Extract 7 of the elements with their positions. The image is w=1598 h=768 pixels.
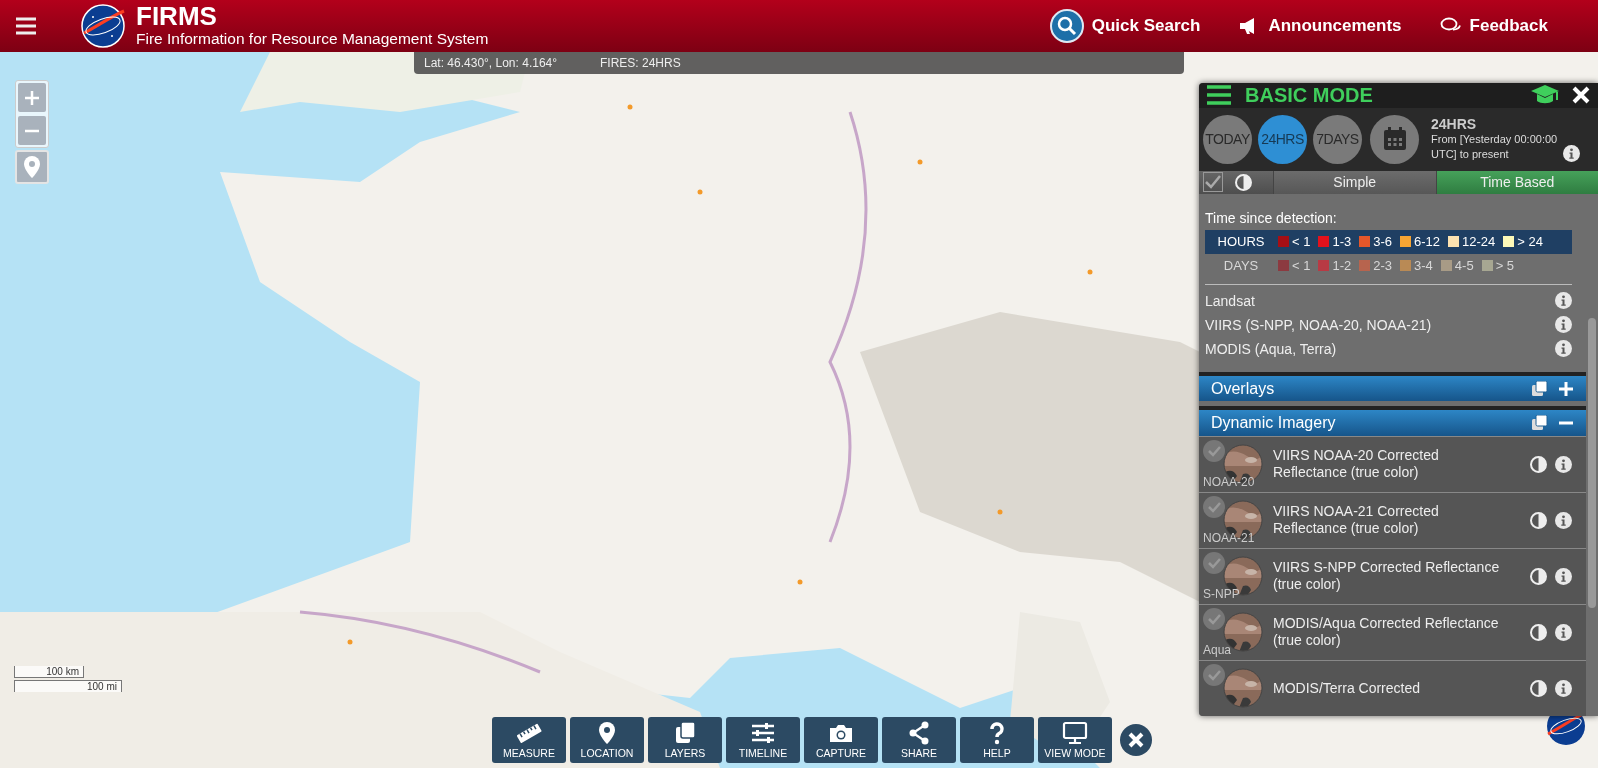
search-icon <box>1049 9 1084 43</box>
app-subtitle: Fire Information for Resource Management System <box>136 29 489 49</box>
header-link[interactable]: Quick Search <box>1049 9 1201 43</box>
app-title: FIRMS <box>136 3 218 29</box>
header-link[interactable]: Announcements <box>1238 16 1402 36</box>
logo-icon[interactable] <box>80 3 126 49</box>
header-link[interactable]: Feedback <box>1439 16 1548 36</box>
